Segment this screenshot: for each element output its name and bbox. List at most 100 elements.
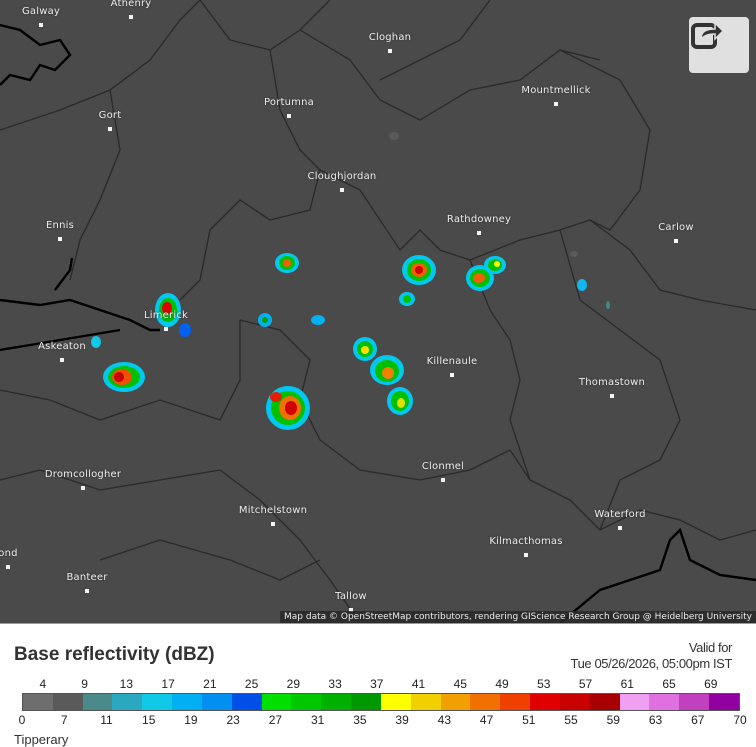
scale-tick-label: 31 [310,713,325,727]
city-label: Ennis [46,220,74,231]
scale-tick-label: 33 [328,677,342,691]
city-label: Thomastown [578,377,646,388]
scale-tick-label: 13 [119,677,134,691]
city-marker [108,127,112,131]
scale-tick-label: 70 [733,713,747,727]
scale-tick-label: 51 [522,713,536,727]
color-swatch [231,694,262,710]
color-swatch [201,694,232,710]
city-label: Rathdowney [446,214,512,225]
county-border [559,49,651,231]
scale-tick-label: 29 [286,677,301,691]
city-label: Cloughjordan [307,171,377,182]
color-swatch [619,694,650,710]
scale-top-ticks: 4 9 13 17 21 25 29 33 37 41 45 49 53 57 61 65 69 [22,677,740,691]
city-label: Killenaule [426,356,478,367]
scale-tick-label: 55 [564,713,578,727]
color-swatch [82,694,113,710]
scale-tick-label: 53 [537,677,551,691]
city-label: Cloghan [368,32,412,43]
scale-tick-label: 35 [353,713,367,727]
legend-panel: Base reflectivity (dBZ) Valid for Tue 05… [0,623,756,747]
scale-tick-label: 7 [60,713,68,727]
city-label: ond [0,548,18,559]
color-swatch [530,694,560,710]
city-marker [81,486,85,490]
map-boundaries [0,0,756,623]
color-swatch [440,694,471,710]
city-marker [450,373,454,377]
color-swatch [142,694,173,710]
scale-tick-label: 61 [620,677,634,691]
scale-tick-label: 23 [226,713,240,727]
scale-tick-label: 69 [704,677,718,691]
scale-tick-label: 25 [244,677,259,691]
scale-tick-label: 21 [203,677,217,691]
legend-title: Base reflectivity (dBZ) [14,644,215,665]
city-marker [6,565,10,569]
color-swatch [649,694,680,710]
scale-tick-label: 47 [479,713,494,727]
valid-time: Tue 05/26/2026, 05:00pm IST [570,656,733,671]
scale-tick-label: 19 [184,713,198,727]
valid-time-block: Valid for Tue 05/26/2026, 05:00pm IST [570,640,733,672]
share-icon [691,21,725,49]
county-border [179,49,321,301]
county-label-partial: Tipperary [14,732,69,747]
city-label: Portumna [264,97,314,108]
valid-label: Valid for [688,640,733,655]
color-swatch [679,694,710,710]
city-marker [60,358,64,362]
scale-tick-label: 43 [437,713,452,727]
scale-tick-label: 63 [648,713,663,727]
city-label: Dromcollogher [44,469,122,480]
city-label: Askeaton [38,341,86,352]
color-swatch [470,694,501,710]
scale-tick-label: 59 [606,713,620,727]
scale-tick-label: 0 [18,713,26,727]
color-swatch [291,694,322,710]
county-border [99,539,321,581]
city-marker [388,49,392,53]
city-marker [441,478,445,482]
city-label: Tallow [335,591,367,602]
color-swatch [589,694,620,710]
scale-tick-label: 57 [578,677,593,691]
city-marker [610,394,614,398]
scale-tick-label: 27 [268,713,283,727]
city-marker [340,188,344,192]
radar-map[interactable]: Galway Athenry Cloghan Mountmellick Portumna… [0,0,756,623]
city-marker [164,327,168,331]
city-label: Waterford [594,509,646,520]
color-swatch [52,694,83,710]
scale-tick-label: 65 [662,677,676,691]
city-label: Banteer [66,572,108,583]
scale-bottom-ticks: 0 7 11 15 19 23 27 31 35 39 43 47 51 55 59 63 67 70 [18,713,747,727]
color-scale-bar [22,693,740,711]
share-button[interactable] [689,17,749,73]
city-marker [618,526,622,530]
color-swatch [709,694,739,710]
color-swatch [172,694,202,710]
city-marker [129,15,133,19]
map-attribution[interactable]: Map data © OpenStreetMap contributors, r… [280,611,756,623]
city-label: Mitchelstown [238,505,308,516]
scale-tick-label: 41 [411,677,426,691]
city-label: Mountmellick [521,85,591,96]
city-marker [554,102,558,106]
color-swatch [261,694,292,710]
color-swatch [23,694,53,710]
scale-tick-label: 9 [81,677,88,691]
scale-tick-label: 45 [453,677,467,691]
scale-tick-label: 11 [100,713,113,727]
color-swatch [500,694,531,710]
county-border [469,219,756,311]
city-marker [524,553,528,557]
city-marker [85,589,89,593]
city-label: Gort [98,110,122,121]
city-label: Clonmel [421,461,465,472]
city-marker [477,231,481,235]
city-label: Athenry [110,0,152,9]
scale-tick-label: 15 [142,713,156,727]
scale-tick-label: 4 [39,677,47,691]
